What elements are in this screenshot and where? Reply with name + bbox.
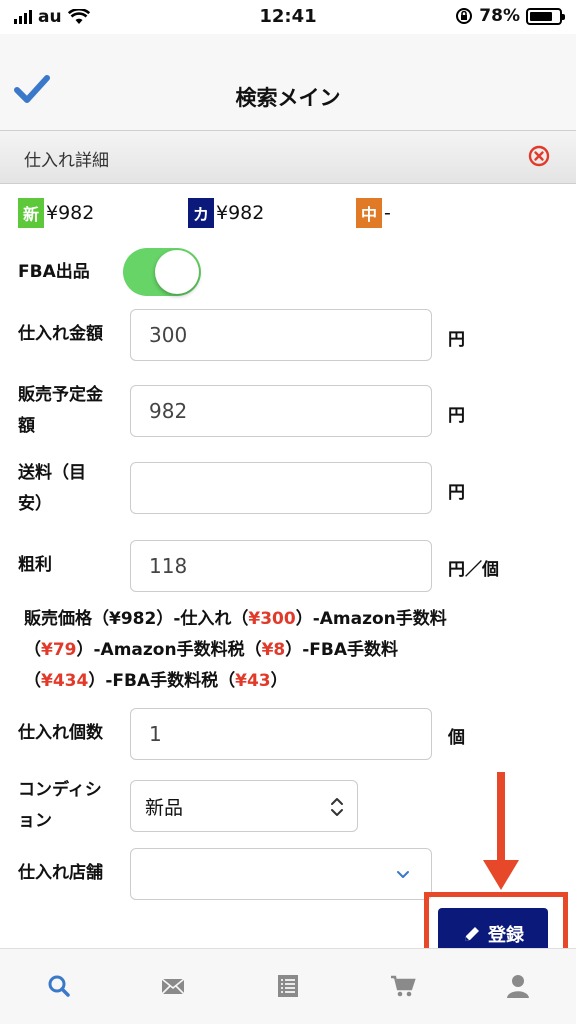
battery-percent: 78%: [479, 6, 520, 26]
formula-value: ¥8: [261, 640, 286, 660]
mail-icon: [161, 978, 185, 995]
formula-value: ¥43: [235, 671, 271, 691]
tab-mail[interactable]: [158, 971, 188, 1001]
purchase-price-unit: 円: [448, 330, 465, 350]
price-cart: カ ¥982: [188, 198, 264, 228]
store-label: 仕入れ店舗: [18, 863, 103, 883]
planned-sale-label-line2: 額: [18, 416, 35, 436]
status-bar: au 12:41 78%: [0, 0, 576, 34]
updown-chevron-icon: [331, 798, 343, 816]
panel-header: 仕入れ詳細: [0, 130, 576, 184]
cart-icon: [391, 975, 416, 997]
condition-label-line2: ョン: [18, 811, 52, 831]
tab-user[interactable]: [503, 971, 533, 1001]
annotation-arrow-shaft: [497, 772, 505, 864]
gross-profit-label: 粗利: [18, 555, 52, 575]
page-title: 検索メイン: [235, 86, 341, 110]
fba-label: FBA出品: [18, 262, 90, 282]
formula-value: ¥300: [248, 609, 296, 629]
condition-label-line1: コンディシ: [18, 780, 102, 800]
nav-bar: 検索メイン: [0, 34, 576, 130]
formula-text: ）-Amazon手数料: [295, 609, 447, 629]
formula-text: ）-FBA手数料: [285, 640, 399, 660]
badge-used: 中: [356, 198, 382, 228]
price-used: 中 -: [356, 198, 391, 228]
badge-cart: カ: [188, 198, 214, 228]
purchase-price-label: 仕入れ金額: [18, 324, 103, 344]
quantity-input[interactable]: 1: [130, 708, 432, 760]
badge-new: 新: [18, 198, 44, 228]
formula-text: ）-Amazon手数料税（: [76, 640, 262, 660]
close-circle-icon[interactable]: [528, 145, 550, 167]
shipping-unit: 円: [448, 483, 465, 503]
formula-value: ¥434: [41, 671, 89, 691]
formula-text: ）: [270, 671, 288, 691]
list-icon: [278, 975, 298, 997]
shipping-label: 送料（目 安）: [18, 458, 86, 520]
shipping-input[interactable]: [130, 462, 432, 514]
shipping-label-line1: 送料（目: [18, 463, 86, 483]
formula-text: ）-FBA手数料税（: [88, 671, 236, 691]
gross-profit-input[interactable]: 118: [130, 540, 432, 592]
search-icon: [48, 975, 70, 997]
planned-sale-label: 販売予定金 額: [18, 380, 103, 442]
price-new-value: ¥982: [46, 202, 95, 224]
planned-sale-label-line1: 販売予定金: [18, 385, 103, 405]
shipping-label-line2: 安）: [18, 494, 52, 514]
quantity-label: 仕入れ個数: [18, 723, 103, 743]
annotation-arrow-head: [483, 860, 519, 890]
tab-cart[interactable]: [388, 971, 418, 1001]
user-icon: [507, 975, 529, 998]
tab-search[interactable]: [44, 971, 74, 1001]
price-cart-value: ¥982: [216, 202, 265, 224]
planned-sale-input[interactable]: 982: [130, 385, 432, 437]
price-new: 新 ¥982: [18, 198, 94, 228]
purchase-price-input[interactable]: 300: [130, 309, 432, 361]
condition-select[interactable]: 新品: [130, 780, 358, 832]
panel-title: 仕入れ詳細: [24, 151, 109, 171]
tab-bar: [0, 948, 576, 1024]
fba-toggle[interactable]: [123, 248, 201, 296]
gross-profit-unit: 円／個: [448, 560, 499, 580]
formula-value: ¥79: [41, 640, 77, 660]
formula-text: 販売価格（¥982）-仕入れ（: [24, 609, 249, 629]
price-badges: 新 ¥982 カ ¥982 中 -: [0, 198, 576, 232]
status-right: 78%: [455, 6, 565, 26]
chevron-down-icon: [397, 871, 409, 878]
planned-sale-unit: 円: [448, 406, 465, 426]
battery-fill: [530, 11, 552, 21]
condition-value: 新品: [145, 796, 184, 819]
formula-text: （: [24, 640, 41, 660]
battery-icon: [526, 7, 565, 25]
profit-formula: 販売価格（¥982）-仕入れ（¥300）-Amazon手数料 （¥79）-Ama…: [24, 604, 564, 697]
rotation-lock-icon: [456, 8, 473, 24]
toggle-knob: [155, 250, 199, 294]
price-used-value: -: [384, 202, 391, 224]
store-select[interactable]: [130, 848, 432, 900]
quantity-unit: 個: [448, 728, 465, 748]
tab-list[interactable]: [273, 971, 303, 1001]
formula-text: （: [24, 671, 41, 691]
condition-label: コンディシ ョン: [18, 775, 102, 837]
